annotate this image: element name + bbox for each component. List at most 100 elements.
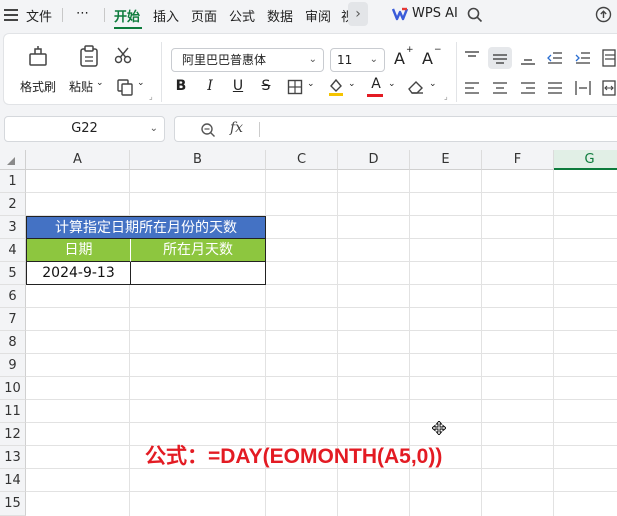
row-header-5[interactable]: 5 [0, 262, 26, 285]
name-box[interactable]: G22 ⌄ [4, 116, 165, 142]
tab-home[interactable]: 开始 [114, 6, 140, 25]
formula-separator [259, 122, 260, 137]
row-header-2[interactable]: 2 [0, 193, 26, 216]
formula-annotation: 公式：=DAY(EOMONTH(A5,0)) [145, 445, 443, 468]
paste-icon[interactable] [77, 44, 101, 68]
justify-icon[interactable] [547, 81, 563, 95]
font-name-select[interactable]: 阿里巴巴普惠体 ⌄ [171, 48, 324, 72]
column-header-b[interactable]: B [130, 150, 266, 170]
shrink-font-arrow-icon: − [434, 45, 442, 55]
row-header-13[interactable]: 13 [0, 446, 26, 469]
row-header-12[interactable]: 12 [0, 423, 26, 446]
shrink-font-button[interactable]: A [422, 49, 433, 68]
align-center-icon[interactable] [492, 81, 508, 95]
strikethrough-button[interactable]: S [257, 78, 275, 94]
font-color-swatch [367, 94, 383, 97]
gridline [26, 192, 617, 193]
clear-dropdown-icon[interactable]: ⌄ [429, 79, 437, 89]
upload-cloud-icon[interactable] [595, 6, 612, 23]
wrap-text-icon[interactable] [602, 49, 616, 67]
column-header-g[interactable]: G [554, 150, 617, 170]
menu-more[interactable]: ⋯ [76, 6, 89, 21]
row-header-9[interactable]: 9 [0, 354, 26, 377]
gridline [26, 422, 617, 423]
tab-data[interactable]: 数据 [267, 6, 293, 25]
format-painter-icon[interactable] [26, 44, 50, 68]
days-value-cell[interactable] [130, 262, 266, 285]
underline-button[interactable]: U [229, 78, 247, 94]
align-middle-icon[interactable] [492, 51, 508, 65]
paste-label[interactable]: 粘贴 [69, 78, 93, 95]
bold-button[interactable]: B [172, 78, 190, 94]
font-name-value: 阿里巴巴普惠体 [182, 53, 267, 67]
column-header-a[interactable]: A [26, 150, 130, 170]
italic-button[interactable]: I [201, 78, 219, 94]
row-header-7[interactable]: 7 [0, 308, 26, 331]
row-header-11[interactable]: 11 [0, 400, 26, 423]
grow-font-button[interactable]: A [394, 49, 405, 68]
column-header-d[interactable]: D [338, 150, 410, 170]
column-header-f[interactable]: F [482, 150, 554, 170]
search-icon[interactable] [467, 7, 483, 23]
column-header-e[interactable]: E [410, 150, 482, 170]
wps-ai-logo-icon [392, 7, 408, 21]
borders-dropdown-icon[interactable]: ⌄ [307, 79, 315, 89]
font-color-button[interactable]: A [367, 76, 385, 92]
wps-ai-button[interactable]: WPS AI [412, 6, 458, 21]
cut-icon[interactable] [114, 46, 132, 64]
zoom-formula-icon[interactable] [200, 122, 216, 138]
align-top-icon[interactable] [464, 51, 480, 65]
font-color-dropdown-icon[interactable]: ⌄ [388, 79, 396, 89]
table-title-cell[interactable]: 计算指定日期所在月份的天数 [26, 216, 266, 239]
copy-dropdown-icon[interactable]: ⌄ [137, 78, 145, 88]
tab-insert[interactable]: 插入 [153, 6, 179, 25]
eraser-icon[interactable] [407, 79, 425, 95]
date-value-cell[interactable]: 2024-9-13 [26, 262, 130, 285]
increase-indent-icon[interactable] [575, 51, 591, 65]
copy-icon[interactable] [116, 78, 134, 96]
align-right-icon[interactable] [520, 81, 536, 95]
align-left-icon[interactable] [464, 81, 480, 95]
header-date-cell[interactable]: 日期 [26, 239, 130, 262]
tab-page[interactable]: 页面 [191, 6, 217, 25]
ribbon-separator [161, 42, 162, 102]
row-header-15[interactable]: 15 [0, 492, 26, 516]
formula-input[interactable]: fx [174, 116, 617, 142]
row-header-3[interactable]: 3 [0, 216, 26, 239]
align-bottom-icon[interactable] [520, 51, 536, 65]
ribbon-separator [456, 42, 457, 102]
tab-review[interactable]: 审阅 [305, 6, 331, 25]
select-all-corner[interactable] [0, 150, 26, 170]
select-all-triangle-icon [7, 157, 15, 165]
chevron-down-icon[interactable]: ⌄ [150, 117, 158, 141]
menu-separator [62, 8, 63, 22]
font-expand-icon[interactable]: ⌟ [444, 92, 448, 101]
paste-dropdown-icon[interactable]: ⌄ [96, 78, 104, 88]
distributed-align-icon[interactable] [575, 80, 591, 96]
grow-font-arrow-icon: + [406, 45, 414, 55]
chevron-right-icon[interactable]: › [348, 2, 368, 26]
decrease-indent-icon[interactable] [547, 51, 563, 65]
merge-cells-icon[interactable] [602, 80, 616, 96]
tab-view[interactable]: 视 [341, 6, 348, 25]
format-painter-label[interactable]: 格式刷 [20, 78, 56, 95]
menu-file[interactable]: 文件 [26, 6, 52, 25]
font-size-select[interactable]: 11 ⌄ [330, 48, 385, 72]
row-header-1[interactable]: 1 [0, 170, 26, 193]
fx-icon[interactable]: fx [230, 120, 243, 136]
column-header-c[interactable]: C [266, 150, 338, 170]
clipboard-expand-icon[interactable]: ⌟ [149, 92, 153, 101]
row-header-8[interactable]: 8 [0, 331, 26, 354]
row-header-10[interactable]: 10 [0, 377, 26, 400]
gridline [553, 170, 554, 516]
row-header-4[interactable]: 4 [0, 239, 26, 262]
header-days-cell[interactable]: 所在月天数 [130, 239, 266, 262]
hamburger-menu-icon[interactable] [4, 9, 18, 24]
tab-formula[interactable]: 公式 [229, 6, 255, 25]
row-header-14[interactable]: 14 [0, 469, 26, 492]
row-header-6[interactable]: 6 [0, 285, 26, 308]
fill-color-icon[interactable] [327, 77, 345, 97]
gridline [26, 307, 617, 308]
fill-color-dropdown-icon[interactable]: ⌄ [348, 79, 356, 89]
borders-icon[interactable] [287, 79, 303, 95]
